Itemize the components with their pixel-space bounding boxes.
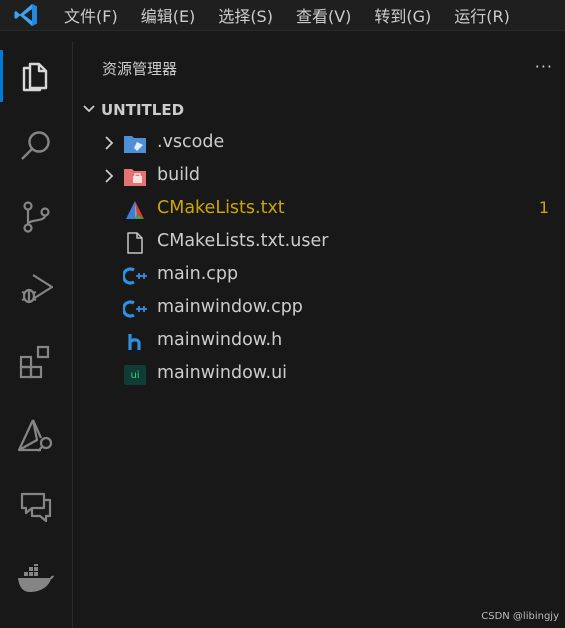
remote-explorer-icon [18,488,54,528]
file-name: mainwindow.h [157,330,283,350]
cmake-icon [17,418,55,458]
file-name: CMakeLists.txt [157,198,285,218]
extensions-icon [18,345,54,385]
watermark: CSDN @libingjy [481,611,559,622]
activity-docker[interactable] [0,551,72,611]
activity-remote-explorer[interactable] [0,478,72,538]
tree-item-folder[interactable]: build [73,160,565,193]
cpp-file-icon [123,298,147,320]
menu-run[interactable]: 运行(R) [442,0,521,30]
file-icon [123,232,147,254]
tree-item-file[interactable]: mainwindow.cpp [73,292,565,325]
docker-icon [17,562,55,598]
tree-item-file[interactable]: ui mainwindow.ui [73,358,565,391]
activity-extensions[interactable] [0,335,72,395]
activity-bar [0,41,73,628]
title-bar: 文件(F) 编辑(E) 选择(S) 查看(V) 转到(G) 运行(R) [0,0,565,31]
file-name: .vscode [157,132,225,152]
activity-cmake[interactable] [0,408,72,468]
run-debug-icon [18,270,54,310]
ui-file-icon: ui [123,364,147,386]
chevron-right-icon [101,135,117,151]
workspace-name: UNTITLED [101,101,185,119]
menu-go[interactable]: 转到(G) [362,0,442,30]
file-name: CMakeLists.txt.user [157,231,329,251]
explorer-sidebar: 资源管理器 ··· UNTITLED .vscode build CMakeLi… [73,41,565,628]
tree-item-file[interactable]: main.cpp [73,259,565,292]
menu-view[interactable]: 查看(V) [284,0,362,30]
tree-item-file[interactable]: CMakeLists.txt.user [73,226,565,259]
cmake-file-icon [123,199,147,221]
source-control-icon [18,199,54,239]
problem-count-badge: 1 [538,198,549,217]
ui-icon-label: ui [130,369,140,381]
chevron-right-icon [101,168,117,184]
menu-edit[interactable]: 编辑(E) [129,0,207,30]
header-file-icon [123,331,147,353]
menu-file[interactable]: 文件(F) [52,0,129,30]
activity-explorer[interactable] [0,46,72,106]
file-name: mainwindow.ui [157,363,288,383]
explorer-title: 资源管理器 [102,60,178,78]
file-name: mainwindow.cpp [157,297,303,317]
search-icon [18,128,54,168]
cpp-file-icon [123,265,147,287]
activity-search[interactable] [0,118,72,178]
file-name: main.cpp [157,264,239,284]
workspace-section-header[interactable]: UNTITLED [73,97,565,123]
tree-item-folder[interactable]: .vscode [73,127,565,160]
build-folder-icon [123,166,147,188]
chevron-down-icon [81,100,99,120]
menu-selection[interactable]: 选择(S) [206,0,284,30]
tree-item-file[interactable]: CMakeLists.txt 1 [73,193,565,226]
files-icon [18,56,54,96]
file-name: build [157,165,201,185]
vscode-folder-icon [123,133,147,155]
more-actions-icon[interactable]: ··· [535,57,553,76]
activity-run-debug[interactable] [0,260,72,320]
vscode-logo-icon [0,0,52,30]
tree-item-file[interactable]: mainwindow.h [73,325,565,358]
activity-source-control[interactable] [0,189,72,249]
